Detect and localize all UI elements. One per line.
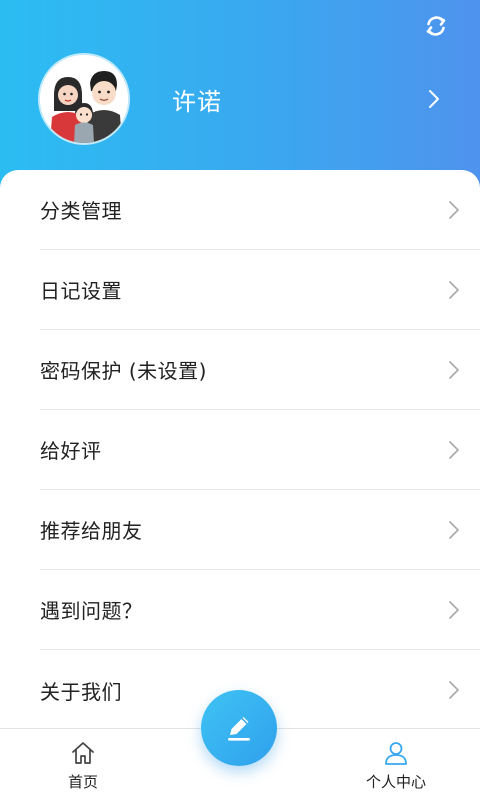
tab-profile[interactable]: 个人中心 xyxy=(341,729,451,800)
menu-item-label: 推荐给朋友 xyxy=(40,519,143,543)
compose-button[interactable] xyxy=(201,690,277,766)
tab-profile-label: 个人中心 xyxy=(365,773,426,791)
tab-home-label: 首页 xyxy=(67,773,98,791)
tab-home[interactable]: 首页 xyxy=(28,729,138,800)
avatar[interactable] xyxy=(40,55,128,143)
chevron-right-icon xyxy=(449,200,459,219)
chevron-right-icon xyxy=(449,520,459,539)
chevron-right-icon xyxy=(449,600,459,619)
profile-row[interactable]: 许诺 xyxy=(40,54,460,144)
chevron-right-icon xyxy=(449,681,459,699)
menu-item-label: 密码保护 (未设置) xyxy=(40,359,207,383)
sync-icon xyxy=(426,16,446,36)
chevron-right-icon xyxy=(429,90,439,108)
home-icon xyxy=(72,742,94,764)
menu-item-recommend[interactable]: 推荐给朋友 xyxy=(40,490,480,570)
menu-item-feedback[interactable]: 遇到问题？ xyxy=(40,570,480,650)
user-icon xyxy=(385,742,407,765)
menu-item-label: 分类管理 xyxy=(40,199,122,223)
settings-menu-card: 分类管理 日记设置 密码保护 (未设置) 给好评 推荐给朋友 遇到问题？ 关于我… xyxy=(0,170,480,730)
chevron-right-icon xyxy=(449,280,459,299)
family-avatar-icon xyxy=(40,55,128,143)
pencil-icon xyxy=(228,717,250,741)
menu-item-label: 日记设置 xyxy=(40,279,122,303)
menu-item-label: 给好评 xyxy=(40,439,102,463)
menu-item-password-protection[interactable]: 密码保护 (未设置) xyxy=(40,330,480,410)
menu-item-category-management[interactable]: 分类管理 xyxy=(40,170,480,250)
menu-item-rate-app[interactable]: 给好评 xyxy=(40,410,480,490)
chevron-right-icon xyxy=(449,440,459,459)
sync-button[interactable] xyxy=(422,12,450,40)
menu-item-diary-settings[interactable]: 日记设置 xyxy=(40,250,480,330)
menu-item-label: 遇到问题？ xyxy=(40,599,143,623)
chevron-right-icon xyxy=(449,360,459,379)
profile-name: 许诺 xyxy=(172,87,222,116)
